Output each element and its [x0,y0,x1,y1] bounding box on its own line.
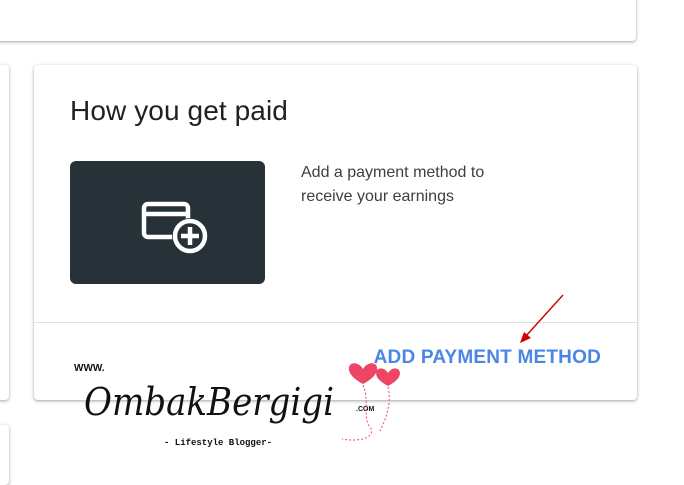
add-card-icon [141,201,208,254]
bottom-left-card [0,425,9,485]
payment-card: How you get paid Add a payment method to… [34,65,637,448]
card-title: How you get paid [70,95,288,126]
watermark-logo: WWW. OmbakBergigi .COM - Lifestyle Blogg… [74,363,400,448]
card-description: Add a payment method to receive your ear… [301,164,485,205]
hearts-icon [348,363,400,386]
arrow-icon [520,294,564,343]
watermark-suffix: .COM [356,406,374,413]
top-card [0,0,636,41]
left-card [0,65,9,400]
payment-method-tile [70,161,265,284]
watermark-prefix: WWW. [74,363,105,374]
watermark-name: OmbakBergigi [84,380,334,424]
watermark-tagline: - Lifestyle Blogger- [164,438,272,448]
